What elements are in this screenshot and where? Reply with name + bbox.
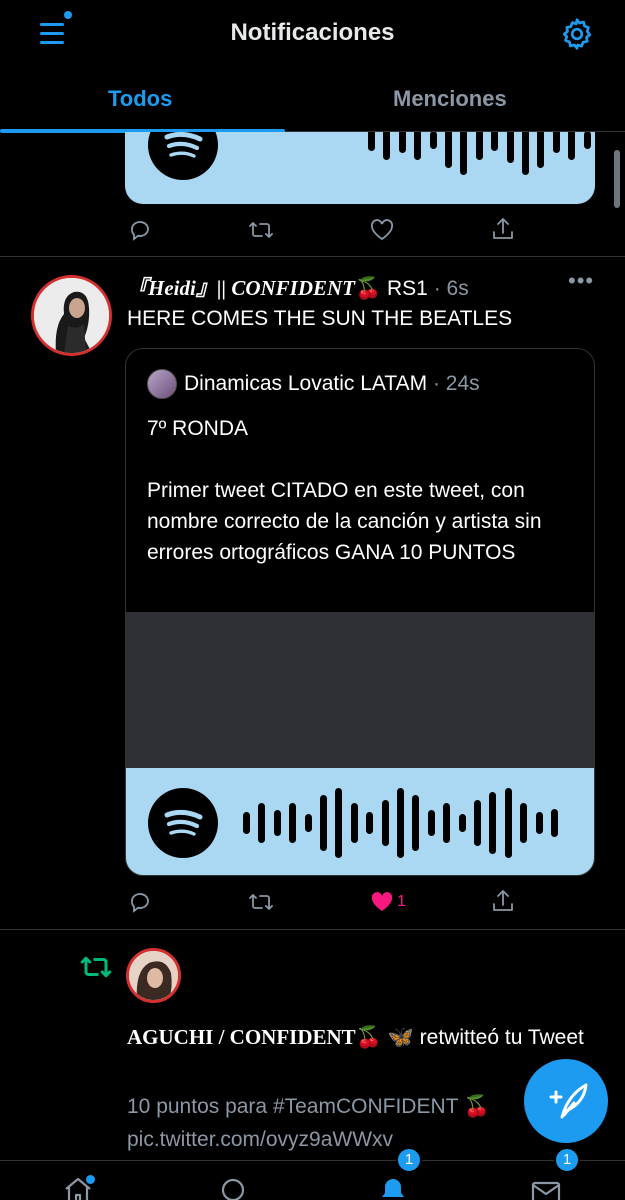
reply-icon[interactable] [128,218,152,242]
spotify-code-bar [552,132,560,153]
spotify-logo-icon [148,788,218,858]
spotify-code-bar [397,788,404,858]
spotify-code-bar [445,132,452,168]
spotify-code-bar [398,132,406,153]
retweeter-emojis: 🍒 🦋 [355,1026,414,1049]
bottom-navigation: 1 1 [0,1147,625,1200]
notification-tabs: Todos Menciones [0,70,625,133]
spotify-code-bar [504,788,512,858]
quoted-line-2: Primer tweet CITADO en este tweet, con n… [147,479,542,564]
like-icon[interactable] [369,218,395,242]
spotify-code-card[interactable] [126,768,594,875]
spotify-code-bars [368,132,595,182]
retweet-icon[interactable] [247,890,275,914]
retweeted-tweet-text[interactable]: 10 puntos para #TeamCONFIDENT 🍒 pic.twit… [127,1090,547,1156]
author-display-name[interactable]: 『Heidi』|| CONFIDENT [127,276,355,300]
tweet-text: HERE COMES THE SUN THE BEATLES [127,307,513,330]
spotify-code-bar [535,812,543,834]
spotify-code-bar [414,132,422,160]
spotify-code-bar [381,800,389,846]
retweet-notification-text: AGUCHI / CONFIDENT🍒 🦋 retwitteó tu Tweet [127,1020,597,1055]
spotify-code-card[interactable] [125,132,595,204]
spotify-code-bar [475,132,483,160]
spotify-code-bar [335,788,343,858]
spotify-code-bar [320,795,327,851]
retweet-notification-icon [80,956,112,978]
quoted-author-row: Dinamicas Lovatic LATAM · 24s [184,372,480,396]
retweeter-avatar[interactable] [126,948,181,1003]
spotify-code-bar [427,810,435,836]
page-title: Notificaciones [230,19,395,46]
top-app-bar: Notificaciones [0,0,625,68]
reply-icon[interactable] [128,890,152,914]
quoted-author-name: Dinamicas Lovatic LATAM [184,372,428,395]
spotify-code-bar [289,803,297,843]
avatar[interactable] [31,275,112,356]
spotify-code-bar [474,800,481,846]
tab-todos[interactable]: Todos [108,86,172,112]
share-icon[interactable] [490,888,516,914]
messages-badge: 1 [554,1147,580,1173]
tab-menciones[interactable]: Menciones [393,86,507,112]
retweet-icon[interactable] [247,218,275,242]
retweet-action-text: retwitteó tu Tweet [413,1026,584,1049]
spotify-logo-icon [148,132,218,180]
share-icon[interactable] [490,216,516,242]
spotify-code-bar [304,814,312,832]
spotify-code-bar [273,810,281,836]
compose-tweet-button[interactable] [524,1059,608,1143]
retweeter-name[interactable]: AGUCHI / CONFIDENT [127,1025,356,1049]
spotify-code-bar [568,132,576,160]
spotify-code-bar [491,132,499,151]
quoted-media[interactable] [126,612,594,768]
quoted-text: 7º RONDA Primer tweet CITADO en este twe… [147,413,577,568]
spotify-code-bar [489,792,497,854]
quoted-tweet[interactable]: Dinamicas Lovatic LATAM · 24s 7º RONDA P… [125,348,595,876]
spotify-code-bar [443,803,451,843]
spotify-code-bar [412,795,420,851]
notifications-bell-icon[interactable] [377,1175,409,1200]
settings-gear-icon[interactable] [559,16,595,52]
tweet-divider [0,929,625,930]
spotify-code-bar [366,812,374,834]
spotify-code-bar [383,132,391,160]
spotify-code-bar [506,132,514,163]
messages-mail-icon[interactable] [530,1175,562,1200]
liked-heart-icon[interactable] [369,890,395,914]
spotify-code-bar [458,814,466,832]
tweet-timestamp: · 6s [433,277,469,300]
search-icon[interactable] [218,1175,250,1200]
author-name-suffix: RS1 [381,277,428,300]
like-count: 1 [397,893,406,910]
compose-feather-icon [549,1083,588,1119]
spotify-code-bar [551,809,558,837]
spotify-code-bar [520,803,528,843]
menu-notification-dot [64,11,72,19]
cherry-emoji: 🍒 [355,277,382,300]
quoted-timestamp: · 24s [432,372,480,395]
more-options-icon[interactable]: ••• [568,268,594,294]
notifications-badge: 1 [396,1147,422,1173]
quoted-line-1: 7º RONDA [147,417,249,440]
spotify-code-bar [368,132,375,151]
quoted-avatar [147,369,177,399]
spotify-code-bar [429,132,437,149]
tweet-author-row: 『Heidi』|| CONFIDENT🍒 RS1 · 6s [127,272,469,302]
spotify-code-bar [583,132,591,149]
spotify-code-bar [258,803,266,843]
spotify-code-bar [243,812,250,834]
spotify-code-bar [522,132,529,175]
spotify-code-bar [460,132,468,175]
spotify-code-bar [537,132,545,168]
tweet-divider [0,256,625,257]
home-notification-dot [86,1175,95,1184]
scrollbar[interactable] [614,150,620,208]
spotify-code-bar [350,803,358,843]
